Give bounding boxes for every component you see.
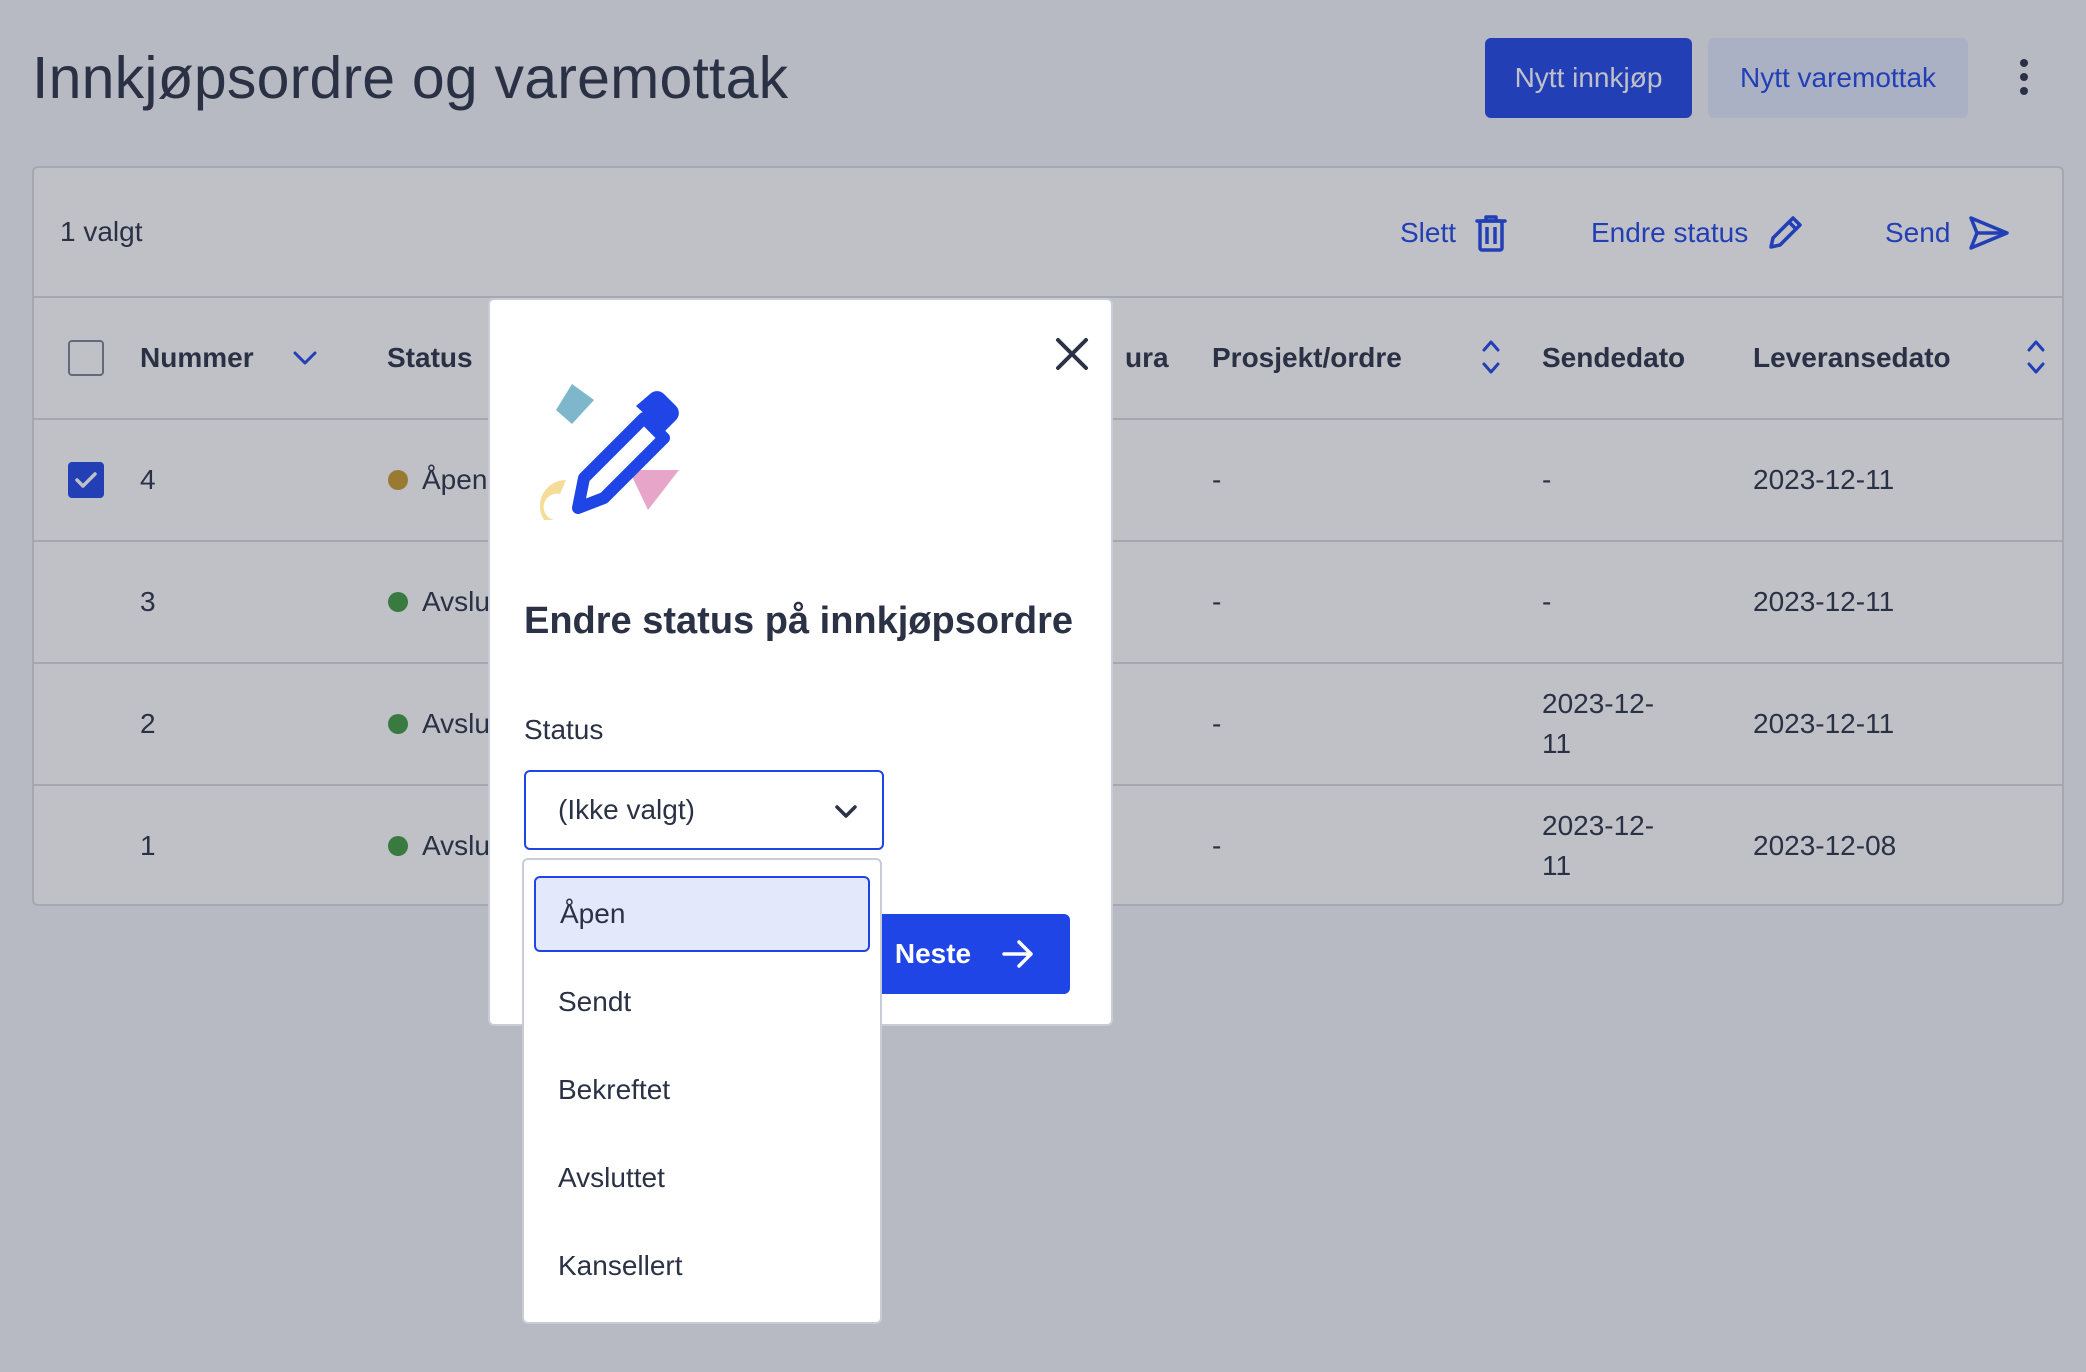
dropdown-option-avsluttet[interactable]: Avsluttet [534, 1140, 870, 1216]
dropdown-option-bekreftet[interactable]: Bekreftet [534, 1052, 870, 1128]
next-button[interactable]: Neste [860, 914, 1070, 994]
dropdown-option-kansellert[interactable]: Kansellert [534, 1228, 870, 1304]
arrow-right-icon [1002, 940, 1033, 968]
close-icon[interactable] [1048, 330, 1096, 378]
chevron-down-icon [835, 805, 857, 818]
pencil-illustration [539, 384, 679, 520]
status-field-label: Status [524, 714, 604, 745]
dropdown-option-sendt[interactable]: Sendt [534, 964, 870, 1040]
modal-title: Endre status på innkjøpsordre [524, 600, 1073, 642]
page: Innkjøpsordre og varemottak Nytt innkjøp… [0, 0, 2086, 1372]
dropdown-option-apen[interactable]: Åpen [534, 876, 870, 952]
status-select-value: (Ikke valgt) [558, 794, 695, 825]
status-select[interactable]: (Ikke valgt) [524, 770, 884, 850]
next-label: Neste [894, 938, 972, 969]
status-dropdown-list: Åpen Sendt Bekreftet Avsluttet Kanseller… [522, 858, 882, 1324]
